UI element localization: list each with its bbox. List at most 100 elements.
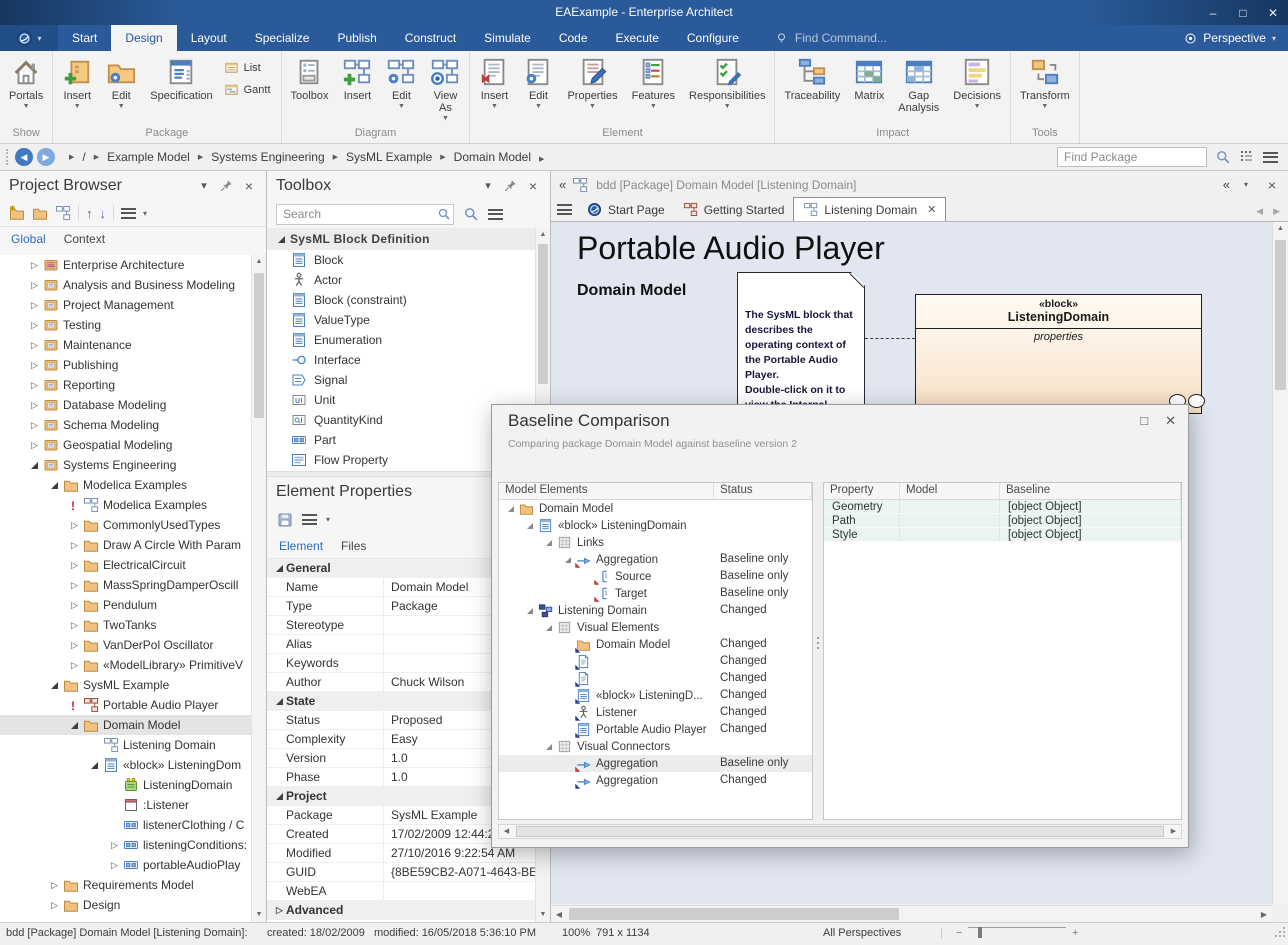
toolbox-item[interactable]: Interface bbox=[267, 350, 550, 370]
properties-menu-icon[interactable] bbox=[302, 514, 317, 525]
hamburger-menu-icon[interactable] bbox=[121, 208, 136, 219]
browser-scope-tab[interactable]: Global bbox=[11, 232, 46, 246]
ribbon-button[interactable]: Traceability bbox=[777, 52, 847, 126]
expand-collapse-icon[interactable] bbox=[68, 579, 81, 592]
expand-collapse-icon[interactable] bbox=[562, 655, 574, 668]
tree-item[interactable]: VanDerPol Oscillator bbox=[0, 635, 266, 655]
new-package-icon[interactable] bbox=[9, 205, 25, 221]
expand-collapse-icon[interactable] bbox=[28, 419, 41, 432]
property-row[interactable]: Advanced bbox=[267, 901, 550, 920]
dialog-toolbar-icon[interactable] bbox=[648, 459, 665, 476]
scroll-up-arrow[interactable]: ▲ bbox=[536, 228, 550, 242]
comparison-grid-row[interactable]: Geometry [object Object] bbox=[824, 500, 1181, 514]
comparison-tree-item[interactable]: Visual Elements bbox=[499, 619, 812, 636]
comparison-tree-item[interactable]: Listening Domain Changed bbox=[499, 602, 812, 619]
new-diagram-icon[interactable] bbox=[55, 205, 71, 221]
scroll-down-arrow[interactable]: ▼ bbox=[536, 908, 550, 922]
tree-item[interactable]: «ModelLibrary» PrimitiveV bbox=[0, 655, 266, 675]
ribbon-button[interactable]: Insert bbox=[55, 52, 99, 126]
resize-grip[interactable] bbox=[1275, 927, 1285, 937]
ribbon-button[interactable]: Insert bbox=[472, 52, 516, 126]
partial-ellipse-shape[interactable] bbox=[1188, 394, 1205, 408]
expand-collapse-icon[interactable] bbox=[28, 339, 41, 352]
comparison-grid-row[interactable]: Style [object Object] bbox=[824, 528, 1181, 542]
expand-collapse-icon[interactable] bbox=[505, 502, 517, 515]
expand-collapse-icon[interactable] bbox=[88, 759, 101, 772]
expand-collapse-icon[interactable] bbox=[48, 899, 61, 912]
pin-icon[interactable] bbox=[504, 179, 517, 192]
expand-collapse-icon[interactable] bbox=[88, 739, 101, 752]
dialog-toolbar-icon[interactable] bbox=[768, 459, 785, 476]
perspective-button[interactable]: Perspective ▾ bbox=[1184, 25, 1288, 51]
tree-item[interactable]: Analysis and Business Modeling bbox=[0, 275, 266, 295]
tree-item[interactable]: Domain Model bbox=[0, 715, 266, 735]
close-button[interactable]: ✕ bbox=[1266, 6, 1280, 20]
app-menu-button[interactable]: ▾ bbox=[0, 25, 58, 51]
ribbon-button[interactable]: Insert bbox=[335, 52, 379, 126]
document-tab[interactable]: Getting Started bbox=[674, 198, 794, 221]
tree-item[interactable]: portableAudioPlay bbox=[0, 855, 266, 875]
toolbox-search-input[interactable] bbox=[276, 204, 454, 225]
comparison-tree-item[interactable]: Changed bbox=[499, 670, 812, 687]
zoom-slider-track[interactable] bbox=[968, 927, 1066, 928]
ribbon-button[interactable]: View As bbox=[423, 52, 467, 126]
comparison-tree-item[interactable]: Domain Model bbox=[499, 500, 812, 517]
collapse-tabs-icon[interactable]: « bbox=[1223, 177, 1228, 192]
tree-item[interactable]: TwoTanks bbox=[0, 615, 266, 635]
close-diagram-icon[interactable] bbox=[1264, 177, 1280, 193]
dialog-toolbar-icon[interactable] bbox=[552, 459, 569, 476]
comparison-tree-item[interactable]: Aggregation Baseline only bbox=[499, 551, 812, 568]
ribbon-tab[interactable]: Execute bbox=[602, 25, 673, 51]
property-value[interactable] bbox=[383, 882, 550, 900]
ribbon-button[interactable]: Edit bbox=[379, 52, 423, 126]
ribbon-button[interactable]: Features bbox=[625, 52, 682, 126]
expand-collapse-icon[interactable] bbox=[543, 740, 555, 753]
dialog-toolbar-icon[interactable] bbox=[504, 459, 521, 476]
tree-item[interactable]: Geospatial Modeling bbox=[0, 435, 266, 455]
tree-item[interactable]: Database Modeling bbox=[0, 395, 266, 415]
scroll-right-arrow[interactable]: ▶ bbox=[1166, 825, 1181, 838]
ribbon-button[interactable]: Toolbox bbox=[284, 52, 336, 126]
column-header[interactable]: Property bbox=[824, 483, 900, 499]
scrollbar-thumb[interactable] bbox=[516, 826, 1164, 837]
expand-collapse-icon[interactable]: ! bbox=[68, 499, 81, 512]
panel-dropdown-icon[interactable] bbox=[196, 179, 212, 192]
toolbox-item[interactable]: Block bbox=[267, 250, 550, 270]
tree-item[interactable]: CommonlyUsedTypes bbox=[0, 515, 266, 535]
toolbox-item[interactable]: Actor bbox=[267, 270, 550, 290]
tree-item[interactable]: Draw A Circle With Param bbox=[0, 535, 266, 555]
move-up-icon[interactable]: ↑ bbox=[86, 206, 93, 221]
tree-item[interactable]: Systems Engineering bbox=[0, 455, 266, 475]
tree-item[interactable]: Listening Domain bbox=[0, 735, 266, 755]
expand-collapse-icon[interactable] bbox=[108, 799, 121, 812]
tab-scroll-right-icon[interactable]: ▶ bbox=[1273, 206, 1280, 217]
expand-collapse-icon[interactable] bbox=[108, 859, 121, 872]
diagram-vertical-scrollbar[interactable]: ▲ bbox=[1272, 222, 1288, 904]
dialog-toolbar-icon[interactable] bbox=[720, 459, 737, 476]
tree-item[interactable]: ElectricalCircuit bbox=[0, 555, 266, 575]
comparison-grid-row[interactable]: Path [object Object] bbox=[824, 514, 1181, 528]
back-button[interactable]: ◀ bbox=[15, 148, 33, 166]
expand-collapse-icon[interactable] bbox=[68, 519, 81, 532]
status-perspective[interactable]: All Perspectives bbox=[823, 927, 901, 939]
maximize-button[interactable]: □ bbox=[1236, 6, 1250, 20]
minimize-button[interactable]: – bbox=[1206, 6, 1220, 20]
grid-columns-icon[interactable] bbox=[1239, 149, 1255, 165]
zoom-slider-thumb[interactable] bbox=[978, 927, 982, 938]
expand-collapse-icon[interactable] bbox=[28, 259, 41, 272]
tree-item[interactable]: ! Portable Audio Player bbox=[0, 695, 266, 715]
column-header[interactable]: Model bbox=[900, 483, 1000, 499]
expand-collapse-icon[interactable] bbox=[581, 587, 593, 600]
expand-collapse-icon[interactable] bbox=[562, 689, 574, 702]
comparison-tree-item[interactable]: Portable Audio Player Changed bbox=[499, 721, 812, 738]
comparison-tree-item[interactable]: Aggregation Changed bbox=[499, 772, 812, 789]
tree-item[interactable]: Publishing bbox=[0, 355, 266, 375]
expand-collapse-icon[interactable] bbox=[28, 299, 41, 312]
expand-collapse-icon[interactable] bbox=[68, 599, 81, 612]
panel-close-icon[interactable] bbox=[525, 178, 541, 194]
expand-collapse-icon[interactable] bbox=[28, 379, 41, 392]
expand-collapse-icon[interactable] bbox=[562, 757, 574, 770]
panel-dropdown-icon[interactable] bbox=[480, 179, 496, 192]
expand-collapse-icon[interactable] bbox=[68, 639, 81, 652]
expand-collapse-icon[interactable] bbox=[562, 774, 574, 787]
